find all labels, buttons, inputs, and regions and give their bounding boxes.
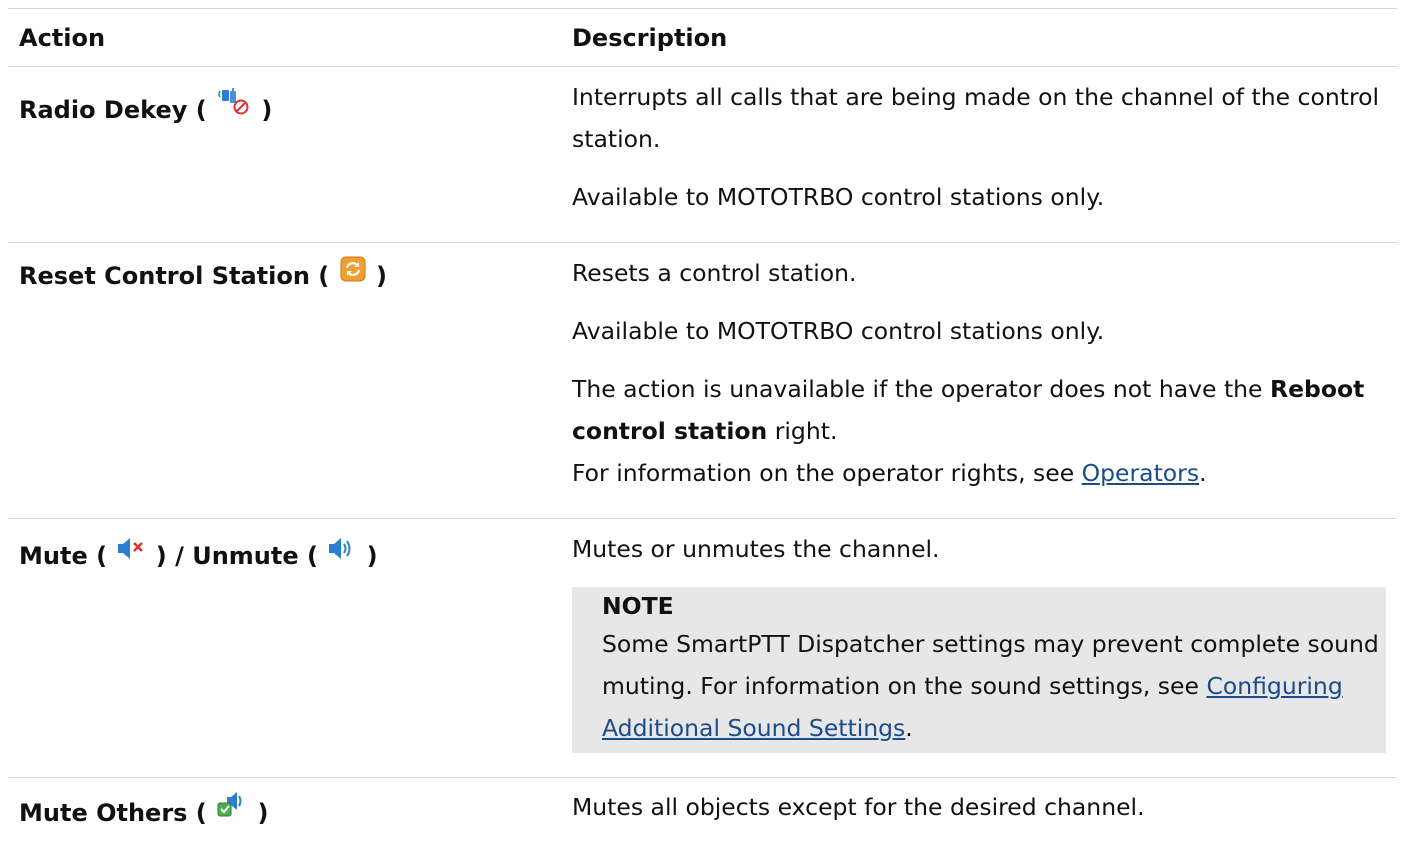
mute-others-icon xyxy=(217,791,247,826)
actions-table: Action Description Radio Dekey ( ) Inter… xyxy=(0,0,1401,848)
note-text: Some SmartPTT Dispatcher settings may pr… xyxy=(602,630,1379,742)
note-box: NOTE Some SmartPTT Dispatcher settings m… xyxy=(572,587,1386,753)
table-row-action: Mute ( ) / Unmute ( ) xyxy=(19,536,559,571)
availability-text: Available to MOTOTRBO control stations o… xyxy=(572,317,1105,345)
description-text: Mutes all objects except for the desired… xyxy=(572,793,1145,821)
table-row-description: Interrupts all calls that are being made… xyxy=(572,76,1387,234)
action-name: Reset Control Station ( xyxy=(19,262,330,290)
radio-dekey-icon xyxy=(217,88,251,123)
row-divider xyxy=(8,777,1397,778)
rights-text: The action is unavailable if the operato… xyxy=(572,375,1365,487)
action-name: Mute ( xyxy=(19,542,108,570)
operators-link[interactable]: Operators xyxy=(1082,459,1199,487)
action-name: Radio Dekey ( xyxy=(19,96,207,124)
speaker-muted-icon xyxy=(117,536,145,569)
speaker-icon xyxy=(328,536,356,569)
table-row-action: Radio Dekey ( ) xyxy=(19,88,559,125)
table-row-action: Mute Others ( ) xyxy=(19,791,559,828)
action-name: Mute Others ( xyxy=(19,799,207,827)
table-row-description: Mutes or unmutes the channel. xyxy=(572,528,1387,586)
refresh-icon xyxy=(340,256,366,289)
header-divider xyxy=(8,66,1397,67)
row-divider xyxy=(8,242,1397,243)
description-text: Resets a control station. xyxy=(572,259,857,287)
note-title: NOTE xyxy=(602,592,674,620)
header-action: Action xyxy=(19,24,106,52)
table-row-action: Reset Control Station ( ) xyxy=(19,256,559,291)
table-row-description: Mutes all objects except for the desired… xyxy=(572,786,1387,844)
table-top-border xyxy=(8,8,1397,9)
table-row-description: Resets a control station. Available to M… xyxy=(572,252,1387,494)
row-divider xyxy=(8,518,1397,519)
availability-text: Available to MOTOTRBO control stations o… xyxy=(572,183,1105,211)
description-text: Interrupts all calls that are being made… xyxy=(572,83,1380,153)
header-description: Description xyxy=(572,24,728,52)
description-text: Mutes or unmutes the channel. xyxy=(572,535,940,563)
